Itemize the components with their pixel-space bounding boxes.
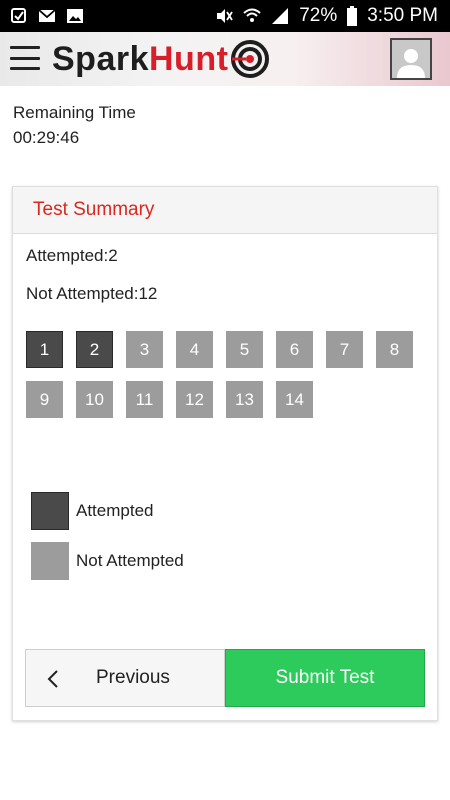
battery-icon [347, 6, 358, 26]
target-icon [231, 40, 270, 78]
chevron-left-icon [47, 670, 58, 688]
mute-icon [217, 9, 233, 23]
remaining-time-value: 00:29:46 [13, 128, 80, 147]
clock: 3:50 PM [367, 5, 438, 26]
user-silhouette-icon [397, 49, 425, 78]
question-button[interactable]: 3 [126, 331, 163, 368]
hamburger-menu-icon[interactable] [10, 46, 40, 70]
question-button[interactable]: 4 [176, 331, 213, 368]
notification-icons [10, 7, 84, 25]
question-button[interactable]: 7 [326, 331, 363, 368]
attempted-count: Attempted:2 [26, 246, 118, 265]
profile-avatar[interactable] [390, 38, 432, 80]
question-grid: 1 2 3 4 5 6 7 8 9 10 11 12 13 14 [26, 331, 426, 418]
gallery-icon [67, 9, 83, 23]
question-button[interactable]: 10 [76, 381, 113, 418]
remaining-time-label: Remaining Time [13, 103, 136, 122]
sparkhunt-logo: Spark Hunt [52, 36, 270, 82]
logo-text-spark: Spark [52, 39, 149, 78]
app-checkbox-icon [11, 8, 26, 23]
question-button[interactable]: 14 [276, 381, 313, 418]
legend-attempted-swatch [31, 492, 69, 530]
question-button[interactable]: 2 [76, 331, 113, 368]
battery-percent: 72% [299, 5, 338, 26]
logo-text-hunt: Hunt [149, 39, 229, 78]
legend-attempted: Attempted [31, 492, 154, 530]
previous-button[interactable]: Previous [25, 649, 225, 707]
question-button[interactable]: 9 [26, 381, 63, 418]
remaining-time: Remaining Time 00:29:46 [13, 100, 136, 150]
status-bar: 72% 3:50 PM [0, 0, 450, 32]
previous-button-label: Previous [96, 667, 170, 688]
legend-attempted-label: Attempted [76, 501, 154, 520]
signal-icon [272, 8, 289, 24]
navigation-buttons: Previous Submit Test [25, 649, 425, 707]
legend-not-attempted: Not Attempted [31, 542, 184, 580]
legend-not-attempted-label: Not Attempted [76, 551, 184, 570]
question-button[interactable]: 1 [26, 331, 63, 368]
legend-not-attempted-swatch [31, 542, 69, 580]
app-header: Spark Hunt [0, 32, 450, 86]
submit-test-button[interactable]: Submit Test [225, 649, 425, 707]
question-button[interactable]: 5 [226, 331, 263, 368]
system-indicators: 72% 3:50 PM [215, 5, 438, 27]
test-summary-card: Test Summary Attempted:2 Not Attempted:1… [12, 186, 438, 721]
test-summary-title: Test Summary [13, 187, 437, 234]
not-attempted-count: Not Attempted:12 [26, 284, 158, 303]
question-button[interactable]: 8 [376, 331, 413, 368]
question-button[interactable]: 6 [276, 331, 313, 368]
submit-test-label: Submit Test [275, 667, 375, 688]
gmail-icon [38, 9, 56, 22]
wifi-icon [243, 8, 261, 22]
question-button[interactable]: 13 [226, 381, 263, 418]
question-button[interactable]: 12 [176, 381, 213, 418]
question-button[interactable]: 11 [126, 381, 163, 418]
